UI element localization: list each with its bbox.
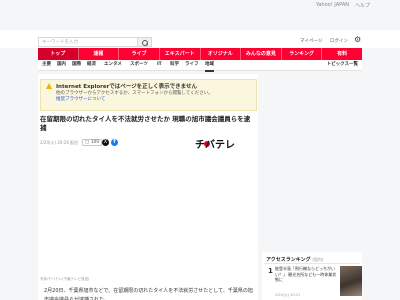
- topics-list-link[interactable]: トピックス一覧: [327, 60, 358, 70]
- ranking-item-date: 2/20(火) 20:21: [275, 293, 301, 297]
- ranking-tag: (国内): [312, 257, 324, 262]
- recommended-browser-link[interactable]: 推奨ブラウザーについて: [56, 97, 105, 102]
- nav-item-breaking[interactable]: 速報: [79, 48, 120, 60]
- comments-button[interactable]: ▢ 100: [82, 139, 103, 146]
- top-bar: Yahoo! JAPAN ヘルプ: [0, 0, 400, 14]
- x-share-icon[interactable]: X: [102, 139, 109, 146]
- main-nav: トップ 速報 ライブ エキスパート オリジナル みんなの意見 ランキング 有料: [38, 48, 362, 60]
- tab-it[interactable]: IT: [157, 60, 162, 70]
- help-link[interactable]: ヘルプ: [355, 2, 370, 9]
- warning-body: 他のブラウザーからアクセスするか、スマートフォンから閲覧してください。 推奨ブラ…: [56, 91, 246, 103]
- chiba-tele-logo: チバテレ: [195, 139, 235, 150]
- article-date: 2/20(火) 20:26 配信: [40, 140, 79, 145]
- nav-item-paid[interactable]: 有料: [322, 48, 362, 60]
- tab-science[interactable]: 科学: [170, 60, 179, 70]
- mypage-link[interactable]: マイページ: [300, 38, 322, 44]
- nav-item-opinion[interactable]: みんなの意見: [241, 48, 282, 60]
- ranking-item-link[interactable]: 能登半島「飛行機ならどっちがいい？」 観光名所なども一時休業状態に: [275, 266, 339, 283]
- article-media: [40, 153, 255, 273]
- login-link[interactable]: ログイン: [330, 38, 348, 44]
- yahoo-japan-link[interactable]: Yahoo! JAPAN: [316, 2, 349, 9]
- nav-item-expert[interactable]: エキスパート: [160, 48, 201, 60]
- search-icon[interactable]: [138, 37, 152, 47]
- nav-item-original[interactable]: オリジナル: [201, 48, 242, 60]
- warning-icon: [46, 83, 52, 89]
- tab-main[interactable]: 主要: [42, 60, 51, 70]
- nav-item-ranking[interactable]: ランキング: [282, 48, 323, 60]
- search-input[interactable]: キーワードを入力: [38, 37, 138, 47]
- tab-region[interactable]: 地域: [205, 60, 214, 72]
- ranking-title: アクセスランキング (国内): [266, 256, 323, 263]
- gear-icon[interactable]: ⚙: [354, 36, 362, 44]
- comment-count: 100: [90, 140, 100, 145]
- facebook-share-icon[interactable]: f: [111, 139, 118, 146]
- image-caption: 写真:チバテレ(千葉テレビ放送): [40, 277, 90, 281]
- nav-item-top[interactable]: トップ: [38, 48, 79, 60]
- nav-item-live[interactable]: ライブ: [119, 48, 160, 60]
- tab-sports[interactable]: スポーツ: [130, 60, 148, 70]
- ranking-thumbnail[interactable]: [340, 266, 362, 296]
- tab-domestic[interactable]: 国内: [57, 60, 66, 70]
- tab-life[interactable]: ライフ: [185, 60, 199, 70]
- tab-international[interactable]: 国際: [72, 60, 81, 70]
- article-headline: 在留期限の切れたタイ人を不法就労させたか 現職の旭市議会議員らを逮捕: [40, 115, 251, 132]
- category-nav: 主要 国内 国際 経済 エンタメ スポーツ IT 科学 ライフ 地域 トピックス…: [38, 60, 362, 72]
- article-body: 2月20日、千葉県旭市などで、在留期限の切れたタイ人を不法就労させたとして、千葉…: [44, 288, 253, 300]
- warning-title: Internet Explorerではページを正しく表示できません: [56, 84, 198, 90]
- ranking-number: 1: [268, 267, 273, 275]
- tab-economy[interactable]: 経済: [87, 60, 96, 70]
- brand-text: チバテレ: [195, 139, 235, 150]
- divider: [264, 263, 360, 264]
- top-links: Yahoo! JAPAN ヘルプ: [316, 2, 370, 9]
- warning-text: 他のブラウザーからアクセスするか、スマートフォンから閲覧してください。: [56, 91, 213, 96]
- tab-entertainment[interactable]: エンタメ: [104, 60, 122, 70]
